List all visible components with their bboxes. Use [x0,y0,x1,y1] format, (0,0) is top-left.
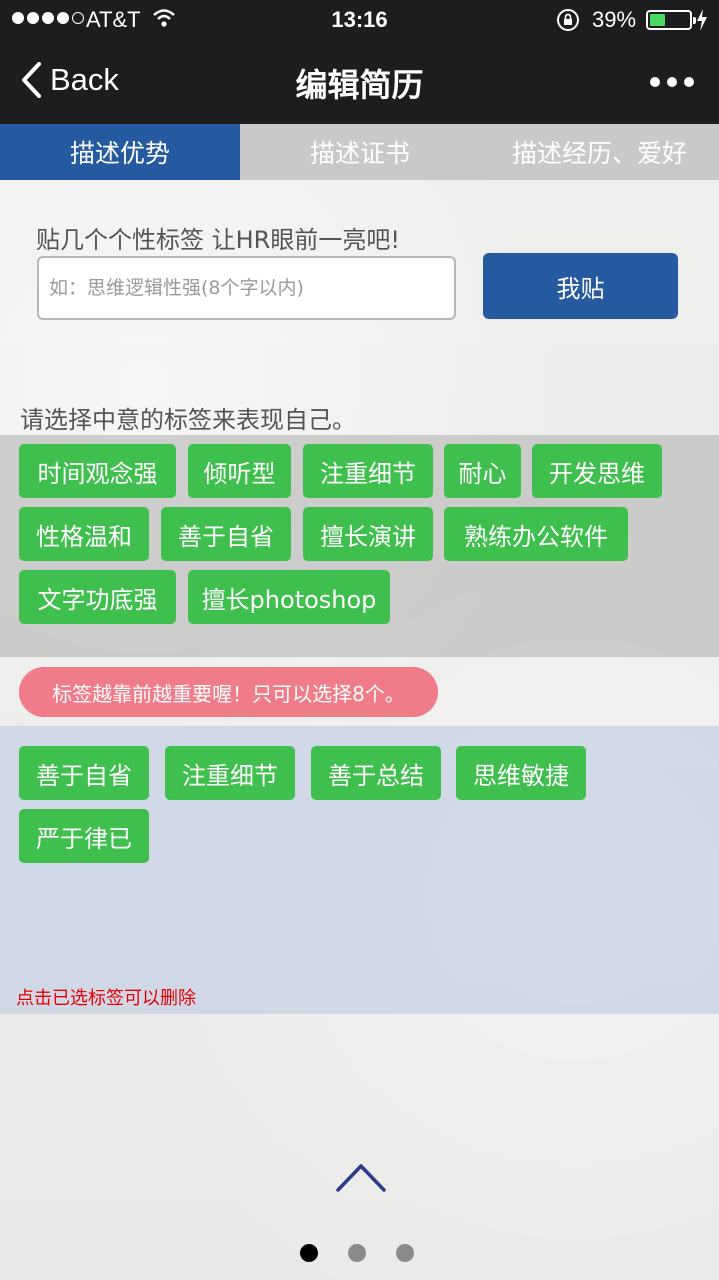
selected-tags-area: 善于自省 注重细节 善于总结 思维敏捷 严于律已 点击已选标签可以删除 [0,726,719,1014]
charging-bolt-icon [697,9,707,31]
available-tag[interactable]: 擅长photoshop [188,570,390,624]
available-tags-area: 时间观念强 倾听型 注重细节 耐心 开发思维 性格温和 善于自省 擅长演讲 熟练… [0,435,719,657]
selected-tag[interactable]: 善于自省 [19,746,149,800]
page-dot[interactable] [396,1244,414,1262]
selection-hint: 标签越靠前越重要喔！只可以选择8个。 [19,667,438,717]
available-tag[interactable]: 文字功底强 [19,570,176,624]
choose-tags-label: 请选择中意的标签来表现自己。 [20,406,356,434]
delete-hint: 点击已选标签可以删除 [16,988,196,1009]
rotation-lock-icon [557,9,579,31]
available-tag[interactable]: 性格温和 [19,507,149,561]
more-options-icon[interactable] [650,77,694,87]
page-indicator [300,1244,414,1262]
battery-icon [646,10,696,30]
selected-tag[interactable]: 注重细节 [165,746,295,800]
chevron-up-icon[interactable] [336,1162,386,1192]
available-tag[interactable]: 时间观念强 [19,444,176,498]
selected-tag[interactable]: 严于律已 [19,809,149,863]
available-tag[interactable]: 开发思维 [532,444,662,498]
page-title: 编辑简历 [295,66,424,104]
available-tag[interactable]: 擅长演讲 [303,507,433,561]
add-tag-button[interactable]: 我贴 [483,253,678,319]
custom-tag-prompt: 贴几个个性标签 让HR眼前一亮吧! [36,226,400,254]
battery-percent: 39% [592,7,637,32]
available-tag[interactable]: 注重细节 [303,444,433,498]
selected-tag[interactable]: 思维敏捷 [456,746,586,800]
tab-strengths[interactable]: 描述优势 [0,124,240,180]
available-tag[interactable]: 熟练办公软件 [444,507,628,561]
custom-tag-input[interactable] [37,256,456,320]
available-tag[interactable]: 倾听型 [188,444,291,498]
status-bar: AT&T 13:16 39% [0,0,719,40]
tab-certificates[interactable]: 描述证书 [240,124,480,180]
selected-tag[interactable]: 善于总结 [311,746,441,800]
page-dot[interactable] [348,1244,366,1262]
page-dot-active[interactable] [300,1244,318,1262]
tab-experience-hobbies[interactable]: 描述经历、爱好 [480,124,719,180]
available-tag[interactable]: 耐心 [444,444,521,498]
tab-bar: 描述优势 描述证书 描述经历、爱好 [0,124,719,180]
available-tag[interactable]: 善于自省 [161,507,291,561]
navigation-bar: Back 编辑简历 [0,40,719,124]
